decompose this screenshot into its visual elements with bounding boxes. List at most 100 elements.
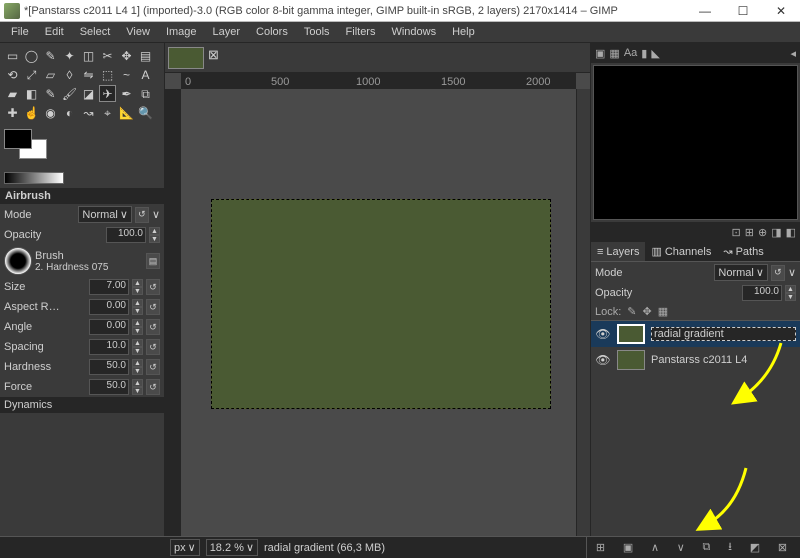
brush-preview[interactable] [4, 247, 32, 275]
tool-eraser[interactable]: ◪ [80, 85, 97, 102]
scrollbar-vertical[interactable] [576, 89, 590, 536]
tool-fuzzy-select[interactable]: ✦ [61, 47, 78, 64]
layer-up-button[interactable]: ∧ [651, 541, 659, 554]
tool-align[interactable]: ▤ [137, 47, 154, 64]
menu-tools[interactable]: Tools [297, 24, 337, 40]
ruler-vertical[interactable] [165, 89, 181, 536]
unit-select[interactable]: px ∨ [170, 539, 200, 556]
zoom-in-icon[interactable]: ⊕ [758, 226, 767, 239]
tool-warp[interactable]: ~ [118, 66, 135, 83]
lock-alpha-icon[interactable]: ▦ [658, 305, 668, 318]
size-stepper[interactable]: ▲▼ [132, 279, 143, 295]
tool-paintbrush[interactable]: 🖌 [61, 85, 78, 102]
layer-row-2[interactable]: 👁 Panstarss c2011 L4 [591, 347, 800, 373]
menu-view[interactable]: View [119, 24, 157, 40]
layer-opacity-input[interactable]: 100.0 [742, 285, 782, 301]
layer-thumb-2[interactable] [617, 350, 645, 370]
menu-select[interactable]: Select [73, 24, 118, 40]
viewport[interactable] [181, 89, 576, 536]
zoom-out-icon[interactable]: ⊡ [732, 226, 741, 239]
dock-menu-icon[interactable]: ◂ [790, 47, 796, 60]
pointer-icon[interactable]: ◣ [651, 47, 659, 60]
tab-channels[interactable]: ▥Channels [645, 242, 717, 261]
hardness-stepper[interactable]: ▲▼ [132, 359, 143, 375]
navigation-preview[interactable] [593, 65, 798, 220]
layer-thumb-1[interactable] [617, 324, 645, 344]
merge-down-button[interactable]: ⭳ [728, 538, 732, 557]
tab-layers[interactable]: ≡Layers [591, 242, 645, 261]
tool-dodge[interactable]: ◐ [61, 104, 78, 121]
tool-free-select[interactable]: ✎ [42, 47, 59, 64]
histogram-icon[interactable]: ▮ [641, 47, 647, 60]
fg-color-swatch[interactable] [4, 129, 32, 149]
tool-measure[interactable]: 📐 [118, 104, 135, 121]
tool-flip[interactable]: ⇋ [80, 66, 97, 83]
image-tab-close[interactable]: ⊠ [208, 47, 244, 69]
zoom-fit-icon[interactable]: ⊞ [745, 226, 754, 239]
menu-image[interactable]: Image [159, 24, 204, 40]
tool-by-color[interactable]: ◫ [80, 47, 97, 64]
ruler-horizontal[interactable]: 0 500 1000 1500 2000 [181, 73, 576, 89]
aspect-stepper[interactable]: ▲▼ [132, 299, 143, 315]
brush-menu[interactable]: ▤ [146, 253, 160, 269]
fg-bg-swatches[interactable] [4, 129, 54, 164]
new-group-button[interactable]: ▣ [623, 541, 633, 554]
spacing-reset[interactable]: ↺ [146, 339, 160, 355]
canvas-image[interactable] [211, 199, 551, 409]
mask-button[interactable]: ◩ [750, 541, 760, 554]
opacity-stepper[interactable]: ▲▼ [149, 227, 160, 243]
window-maximize-button[interactable]: ☐ [724, 0, 762, 22]
tool-rect-select[interactable]: ▭ [4, 47, 21, 64]
menu-layer[interactable]: Layer [206, 24, 248, 40]
duplicate-layer-button[interactable]: ⧉ [703, 541, 711, 554]
zoom-fill-icon[interactable]: ◧ [786, 226, 796, 239]
layer-mode-select[interactable]: Normal∨ [714, 264, 768, 281]
tool-cage[interactable]: ⬚ [99, 66, 116, 83]
image-tab-thumb[interactable] [168, 47, 204, 69]
delete-layer-button[interactable]: ⊠ [778, 541, 787, 554]
spacing-stepper[interactable]: ▲▼ [132, 339, 143, 355]
visibility-toggle-1[interactable]: 👁 [595, 326, 611, 342]
mode-reset[interactable]: ↺ [135, 207, 149, 223]
tool-heal[interactable]: ✚ [4, 104, 21, 121]
zoom-select[interactable]: 18.2 % ∨ [206, 539, 258, 556]
layer-mode-reset[interactable]: ↺ [771, 265, 785, 281]
visibility-toggle-2[interactable]: 👁 [595, 352, 611, 368]
tool-move[interactable]: ✥ [118, 47, 135, 64]
window-close-button[interactable]: ✕ [762, 0, 800, 22]
layer-name-1[interactable]: radial gradient [651, 327, 796, 341]
size-reset[interactable]: ↺ [146, 279, 160, 295]
tool-scale[interactable]: ⤢ [23, 66, 40, 83]
opacity-input[interactable]: 100.0 [106, 227, 146, 243]
tool-bucket[interactable]: ▰ [4, 85, 21, 102]
layer-down-button[interactable]: ∨ [677, 541, 685, 554]
tool-color-picker[interactable]: ⌖ [99, 104, 116, 121]
menu-filters[interactable]: Filters [339, 24, 383, 40]
lock-position-icon[interactable]: ✥ [643, 305, 652, 318]
mode-select[interactable]: Normal∨ [78, 206, 132, 223]
menu-colors[interactable]: Colors [249, 24, 295, 40]
tool-airbrush[interactable]: ✈ [99, 85, 116, 102]
angle-input[interactable]: 0.00 [89, 319, 129, 335]
brush-icon[interactable]: ▣ [595, 47, 605, 60]
angle-reset[interactable]: ↺ [146, 319, 160, 335]
tool-path[interactable]: ↝ [80, 104, 97, 121]
tool-pencil[interactable]: ✎ [42, 85, 59, 102]
tool-gradient[interactable]: ◧ [23, 85, 40, 102]
tool-ink[interactable]: ✒ [118, 85, 135, 102]
tool-perspective[interactable]: ◊ [61, 66, 78, 83]
layer-opacity-stepper[interactable]: ▲▼ [785, 285, 796, 301]
tool-clone[interactable]: ⧉ [137, 85, 154, 102]
angle-stepper[interactable]: ▲▼ [132, 319, 143, 335]
tool-rotate[interactable]: ⟲ [4, 66, 21, 83]
window-minimize-button[interactable]: — [686, 0, 724, 22]
layer-row-1[interactable]: 👁 radial gradient [591, 321, 800, 347]
tool-crop[interactable]: ✂ [99, 47, 116, 64]
spacing-input[interactable]: 10.0 [89, 339, 129, 355]
tool-smudge[interactable]: ☝ [23, 104, 40, 121]
tool-text[interactable]: A [137, 66, 154, 83]
pattern-icon[interactable]: ▦ [609, 47, 619, 60]
tool-zoom[interactable]: 🔍 [137, 104, 154, 121]
active-gradient[interactable] [4, 172, 64, 184]
font-icon[interactable]: Aa [624, 47, 637, 59]
